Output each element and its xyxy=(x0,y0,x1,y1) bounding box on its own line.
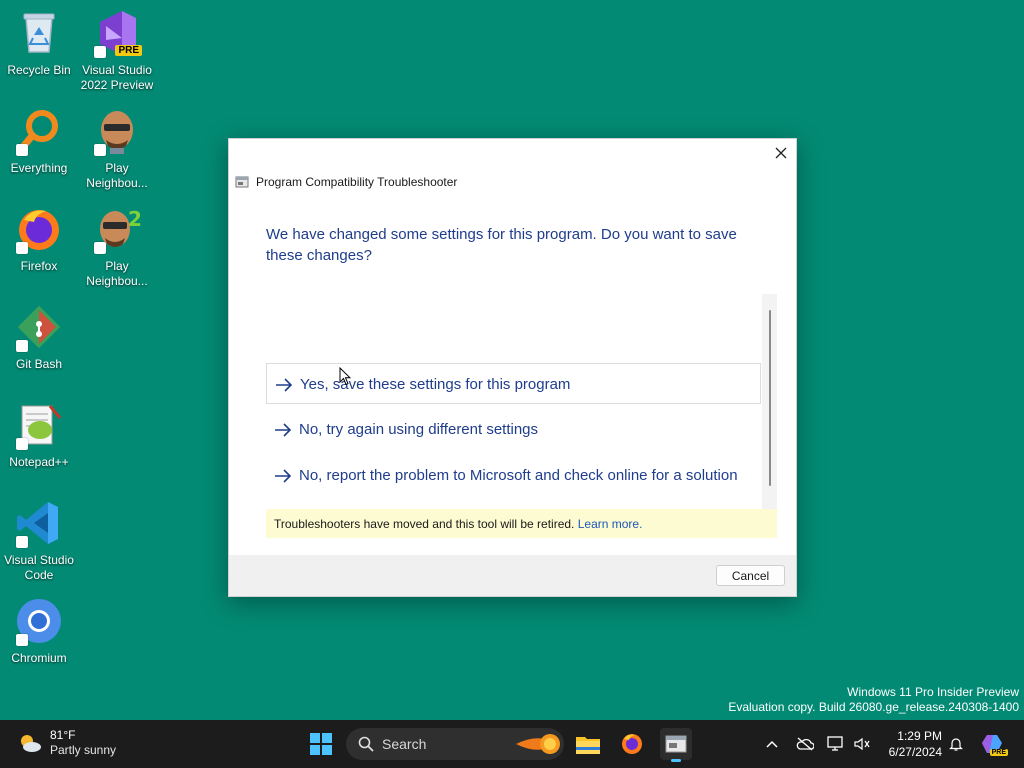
desktop-icon-label: Git Bash xyxy=(15,357,63,371)
taskbar-firefox[interactable] xyxy=(616,728,648,760)
troubleshooter-app-icon xyxy=(665,735,687,753)
dialog-title: Program Compatibility Troubleshooter xyxy=(256,175,458,189)
shortcut-arrow-icon xyxy=(16,536,28,548)
close-icon xyxy=(775,147,787,159)
shortcut-arrow-icon xyxy=(16,242,28,254)
git-bash-icon xyxy=(14,302,64,352)
desktop-icon-label: Visual Studio 2022 Preview xyxy=(80,63,154,92)
close-button[interactable] xyxy=(766,139,796,167)
copilot-button[interactable]: PRE xyxy=(980,734,1008,756)
shortcut-arrow-icon xyxy=(16,438,28,450)
shortcut-arrow-icon xyxy=(16,634,28,646)
weather-widget[interactable]: 81°F Partly sunny xyxy=(18,728,116,758)
taskbar-file-explorer[interactable] xyxy=(572,728,604,760)
taskbar: 81°F Partly sunny Search 1:29 PM 6/27/20… xyxy=(0,720,1024,768)
shortcut-arrow-icon xyxy=(94,144,106,156)
start-button[interactable] xyxy=(305,728,337,760)
troubleshooter-app-icon xyxy=(235,176,249,188)
game-character-icon xyxy=(92,106,142,156)
desktop-icon-label: Everything xyxy=(10,161,68,175)
desktop-icon-everything[interactable]: Everything xyxy=(0,106,78,176)
troubleshooter-dialog: Program Compatibility Troubleshooter We … xyxy=(228,138,797,597)
option-try-again[interactable]: No, try again using different settings xyxy=(266,409,761,450)
dialog-heading: We have changed some settings for this p… xyxy=(266,226,737,264)
option-label: No, try again using different settings xyxy=(299,421,539,438)
arrow-right-icon xyxy=(275,469,292,483)
partly-sunny-icon xyxy=(21,735,41,752)
svg-text:2: 2 xyxy=(128,207,142,231)
taskbar-clock[interactable]: 1:29 PM 6/27/2024 xyxy=(880,728,942,760)
option-report-problem[interactable]: No, report the problem to Microsoft and … xyxy=(266,455,761,496)
desktop-icon-label: Chromium xyxy=(11,651,67,665)
desktop-icon-visual-studio-code[interactable]: Visual Studio Code xyxy=(0,498,78,583)
search-highlight-icon xyxy=(516,734,560,754)
shortcut-arrow-icon xyxy=(16,144,28,156)
learn-more-link[interactable]: Learn more. xyxy=(578,517,643,531)
firefox-icon xyxy=(622,734,642,754)
scrollbar-thumb[interactable] xyxy=(769,310,771,486)
desktop-icon-label: Play Neighbou... xyxy=(86,161,148,190)
desktop-icon-visual-studio-2022-preview[interactable]: PRE Visual Studio 2022 Preview xyxy=(78,8,156,93)
option-label: No, report the problem to Microsoft and … xyxy=(299,467,738,484)
taskbar-search[interactable]: Search xyxy=(346,728,564,760)
notifications-button[interactable] xyxy=(946,734,966,754)
desktop-icon-chromium[interactable]: Chromium xyxy=(0,596,78,666)
desktop-icon-play-neighbours-1[interactable]: Play Neighbou... xyxy=(78,106,156,191)
scrollbar[interactable] xyxy=(762,294,777,510)
weather-condition: Partly sunny xyxy=(50,743,117,757)
firefox-icon xyxy=(14,204,64,254)
pre-badge: PRE xyxy=(115,45,142,56)
watermark-line-2: Evaluation copy. Build 26080.ge_release.… xyxy=(728,700,1019,714)
volume-muted-icon xyxy=(854,737,870,751)
taskbar-troubleshooter[interactable] xyxy=(660,728,692,762)
active-indicator xyxy=(671,759,681,762)
desktop-icon-firefox[interactable]: Firefox xyxy=(0,204,78,274)
watermark-line-1: Windows 11 Pro Insider Preview xyxy=(847,685,1019,699)
shortcut-arrow-icon xyxy=(94,242,106,254)
vscode-icon xyxy=(14,498,64,548)
desktop-icon-label: Recycle Bin xyxy=(7,63,71,77)
recycle-bin-icon xyxy=(14,8,64,58)
clock-date: 6/27/2024 xyxy=(888,745,942,759)
desktop-icon-label: Visual Studio Code xyxy=(4,553,74,582)
desktop-icon-notepad-plus-plus[interactable]: Notepad++ xyxy=(0,400,78,470)
arrow-right-icon xyxy=(276,378,293,392)
arrow-right-icon xyxy=(275,423,292,437)
desktop-icon-recycle-bin[interactable]: Recycle Bin xyxy=(0,8,78,78)
desktop-icon-label: Firefox xyxy=(20,259,58,273)
show-hidden-icons-button[interactable] xyxy=(762,734,782,754)
everything-search-icon xyxy=(14,106,64,156)
shortcut-arrow-icon xyxy=(94,46,106,58)
pre-badge: PRE xyxy=(989,749,1008,756)
onedrive-offline-icon xyxy=(796,737,814,751)
bell-icon xyxy=(949,738,963,751)
network-tray[interactable] xyxy=(826,734,846,754)
cancel-button[interactable]: Cancel xyxy=(716,565,785,586)
desktop-icon-label: Notepad++ xyxy=(9,455,69,469)
windows-watermark: Windows 11 Pro Insider Preview Evaluatio… xyxy=(728,685,1019,715)
desktop-icon-play-neighbours-2[interactable]: 2 Play Neighbou... xyxy=(78,204,156,289)
windows-logo-icon xyxy=(310,733,332,755)
file-explorer-icon xyxy=(576,737,600,754)
dialog-footer: Cancel xyxy=(229,555,796,596)
weather-temperature: 81°F xyxy=(50,728,76,742)
visual-studio-icon: PRE xyxy=(92,8,142,58)
notepad-plus-plus-icon xyxy=(14,400,64,450)
mouse-cursor-icon xyxy=(339,367,351,386)
volume-tray[interactable] xyxy=(852,734,872,754)
search-icon xyxy=(358,736,374,752)
desktop-icon-label: Play Neighbou... xyxy=(86,259,148,288)
game-character-icon: 2 xyxy=(92,204,142,254)
shortcut-arrow-icon xyxy=(16,340,28,352)
notice-text: Troubleshooters have moved and this tool… xyxy=(274,517,575,531)
search-label: Search xyxy=(382,736,427,752)
chromium-icon xyxy=(14,596,64,646)
clock-time: 1:29 PM xyxy=(897,729,942,743)
chevron-up-icon xyxy=(766,740,778,748)
desktop-icon-git-bash[interactable]: Git Bash xyxy=(0,302,78,372)
network-icon xyxy=(827,736,843,751)
retirement-notice: Troubleshooters have moved and this tool… xyxy=(266,509,777,538)
dialog-title-row: Program Compatibility Troubleshooter xyxy=(235,175,457,189)
onedrive-tray[interactable] xyxy=(795,734,815,754)
